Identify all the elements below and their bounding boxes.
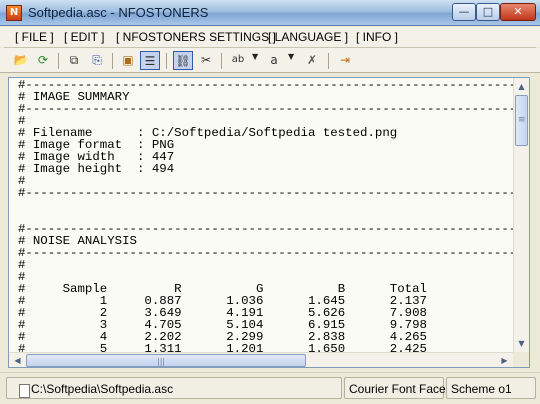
scroll-down-icon[interactable]: ▼: [514, 336, 529, 351]
toolbar-separator: [58, 53, 59, 69]
menu-language[interactable]: [ LANGUAGE ]: [268, 30, 348, 44]
text-line: #: [18, 258, 26, 272]
text-line: # Image height : 494: [18, 162, 175, 176]
scroll-up-icon[interactable]: ▲: [514, 79, 529, 94]
vertical-scroll-thumb[interactable]: ≡: [515, 95, 528, 146]
status-path: C:\Softpedia\Softpedia.asc: [31, 382, 174, 396]
link-icon[interactable]: ⛓: [173, 51, 193, 70]
close-button[interactable]: ✕: [500, 3, 536, 21]
status-scheme: Scheme o1: [451, 382, 512, 396]
spell-check-icon[interactable]: ab: [228, 51, 248, 70]
toolbar-separator: [166, 53, 167, 69]
text-line: [18, 199, 513, 211]
toolbar-separator: [328, 53, 329, 69]
scrollbar-corner: [513, 352, 529, 367]
toolbar-separator: [221, 53, 222, 69]
tools-icon[interactable]: ✗: [302, 51, 322, 70]
menu-info[interactable]: [ INFO ]: [356, 30, 398, 44]
status-bar: C:\Softpedia\Softpedia.asc Courier Font …: [0, 372, 540, 404]
status-scheme-panel: Scheme o1: [446, 377, 536, 399]
chevron-down-icon[interactable]: ▼: [288, 52, 294, 61]
text-line: #---------------------------------------…: [18, 186, 513, 200]
status-font: Courier Font Face: [349, 382, 446, 396]
paste-icon[interactable]: ⎘: [87, 51, 107, 70]
chevron-down-icon[interactable]: ▼: [252, 52, 258, 61]
menu-nfostoners-settings[interactable]: [ NFOSTONERS SETTINGS ]: [116, 30, 276, 44]
menu-file[interactable]: [ FILE ]: [15, 30, 54, 44]
unlink-icon[interactable]: ✂: [196, 51, 216, 70]
text-line: #---------------------------------------…: [18, 246, 513, 260]
title-bar[interactable]: N Softpedia.asc - NFOSTONERS — □ ✕: [0, 0, 540, 26]
exit-icon[interactable]: ⇥: [335, 51, 355, 70]
open-folder-icon[interactable]: 📂: [11, 51, 31, 70]
document-text[interactable]: #---------------------------------------…: [9, 78, 513, 352]
status-font-panel: Courier Font Face: [344, 377, 446, 399]
text-line: #---------------------------------------…: [18, 102, 513, 116]
text-line: # 5 1.311 1.201 1.650 2.425: [18, 342, 427, 352]
scroll-right-icon[interactable]: ▶: [497, 353, 512, 367]
menu-edit[interactable]: [ EDIT ]: [64, 30, 104, 44]
status-path-panel: C:\Softpedia\Softpedia.asc: [6, 377, 342, 399]
app-icon: N: [6, 5, 22, 21]
font-a-icon[interactable]: a: [264, 51, 284, 70]
grip-icon: |||: [157, 357, 166, 366]
text-editor[interactable]: #---------------------------------------…: [8, 77, 530, 368]
frame-icon[interactable]: ▣: [118, 51, 138, 70]
horizontal-scroll-thumb[interactable]: |||: [26, 354, 306, 367]
menu-bar: [ FILE ] [ EDIT ] [ NFOSTONERS SETTINGS …: [0, 27, 540, 47]
document-icon: [19, 384, 30, 398]
vertical-scrollbar[interactable]: ▲ ≡ ▼: [513, 78, 529, 352]
window-title: Softpedia.asc - NFOSTONERS: [28, 5, 209, 20]
reload-icon[interactable]: ⟳: [33, 51, 53, 70]
grip-icon: ≡: [518, 115, 526, 125]
scroll-left-icon[interactable]: ◀: [10, 353, 25, 367]
toolbar: 📂 ⟳ ⧉ ⎘ ▣ ☰ ⛓ ✂ ab ▼ a ▼ ✗ ⇥: [0, 48, 540, 73]
lines-icon[interactable]: ☰: [140, 51, 160, 70]
minimize-button[interactable]: —: [452, 3, 476, 21]
copy-icon[interactable]: ⧉: [64, 51, 84, 70]
maximize-button[interactable]: □: [476, 3, 500, 21]
horizontal-scrollbar[interactable]: ◀ ||| ▶: [9, 352, 513, 367]
toolbar-separator: [112, 53, 113, 69]
